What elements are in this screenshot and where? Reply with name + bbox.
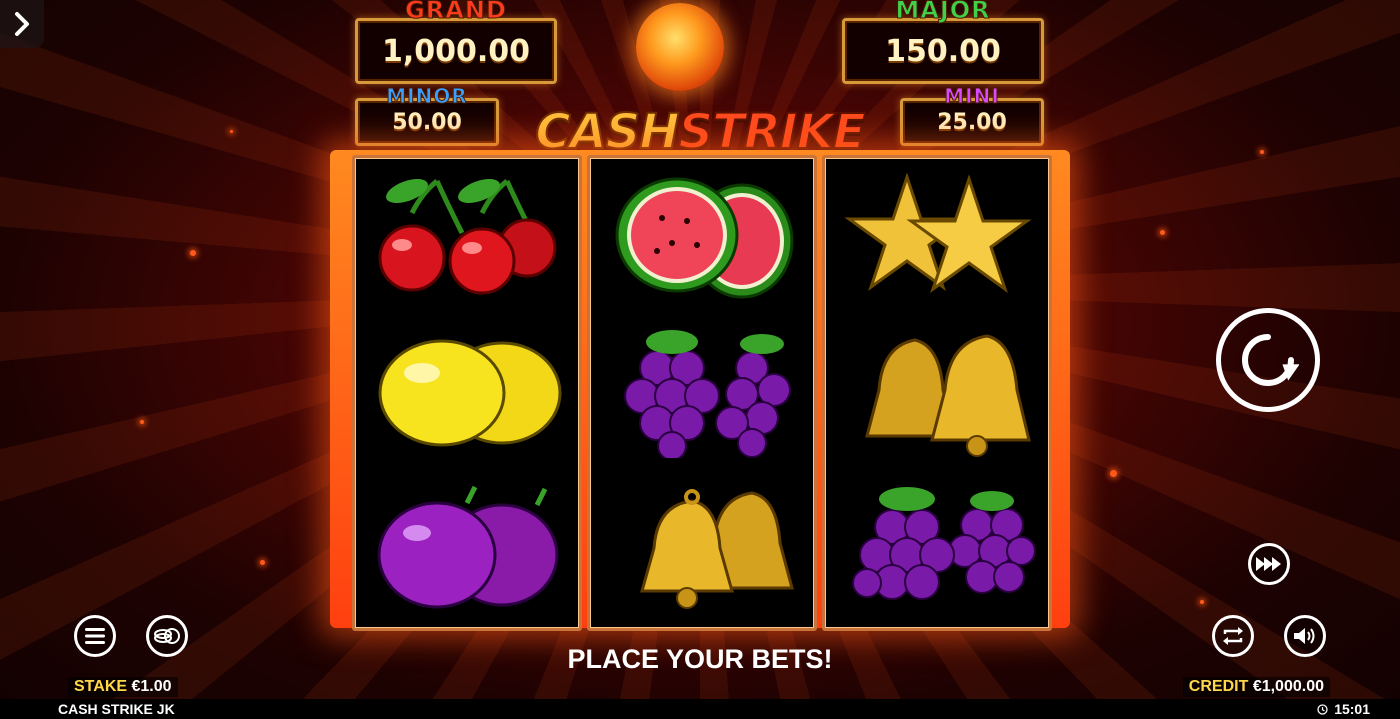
chevron-right-icon (15, 12, 29, 36)
ember (230, 130, 233, 133)
jackpot-major-value: 150.00 (842, 18, 1044, 84)
ember (140, 420, 144, 424)
credit-value: €1,000.00 (1252, 678, 1324, 695)
jackpot-grand-label: GRAND (405, 0, 507, 25)
menu-icon (85, 628, 105, 644)
coins-icon (154, 628, 180, 644)
clock: 15:01 (1317, 699, 1370, 719)
stake-display: STAKE €1.00 (68, 677, 178, 697)
status-message: PLACE YOUR BETS! (567, 644, 833, 674)
jackpot-minor-label: MINOR (386, 84, 468, 109)
stake-label: STAKE (74, 678, 128, 695)
credit-display: CREDIT €1,000.00 (1182, 677, 1330, 697)
fast-forward-icon (1256, 557, 1281, 571)
ember (260, 560, 265, 565)
jackpot-major-label: MAJOR (895, 0, 991, 25)
speaker-icon (1294, 628, 1315, 644)
stake-value: €1.00 (131, 678, 172, 695)
jackpot-major: MAJOR 150.00 (842, 0, 1044, 84)
ember (190, 250, 196, 256)
symbol-grapes (590, 318, 814, 468)
autoplay-icon (1223, 627, 1243, 645)
sun-emblem (636, 3, 724, 91)
credit-label: CREDIT (1188, 678, 1249, 695)
spin-icon (1242, 334, 1299, 386)
symbol-grapes (825, 473, 1049, 623)
game-name: CASH STRIKE JK (58, 701, 175, 717)
turbo-button[interactable] (1248, 543, 1290, 585)
clock-icon (1317, 703, 1328, 715)
back-button[interactable] (0, 0, 44, 48)
spin-button[interactable] (1216, 308, 1320, 412)
reel-1 (352, 155, 582, 631)
reel-3 (822, 155, 1052, 631)
symbol-stars (825, 163, 1049, 313)
jackpot-grand: GRAND 1,000.00 (355, 0, 557, 84)
footer-bar: CASH STRIKE JK 15:01 (0, 699, 1400, 719)
symbol-plums (355, 473, 579, 623)
ember (1200, 600, 1204, 604)
ember (1160, 230, 1165, 235)
symbol-lemons (355, 318, 579, 468)
clock-time: 15:01 (1334, 701, 1370, 717)
symbol-watermelons (590, 163, 814, 313)
reel-2 (587, 155, 817, 631)
ember (1110, 470, 1117, 477)
jackpot-mini: MINI 25.00 (900, 84, 1044, 146)
jackpot-minor: MINOR 50.00 (355, 84, 499, 146)
jackpot-mini-label: MINI (944, 84, 1000, 109)
ember (1260, 150, 1264, 154)
symbol-cherries (355, 163, 579, 313)
symbol-bells (825, 318, 1049, 468)
symbol-bells (590, 473, 814, 623)
jackpot-grand-value: 1,000.00 (355, 18, 557, 84)
